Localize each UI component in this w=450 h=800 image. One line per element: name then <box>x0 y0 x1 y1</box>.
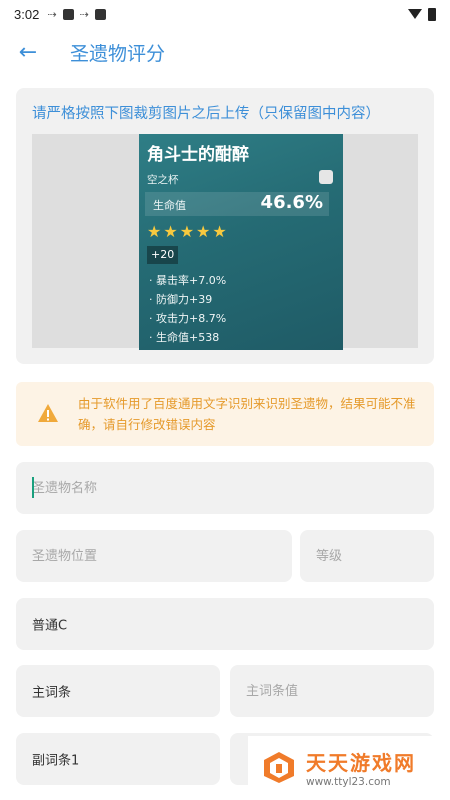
arrow-left-icon: ← <box>18 39 38 65</box>
artifact-name: 角斗士的酣醉 <box>147 145 249 165</box>
substat-line: · 暴击率+7.0% <box>149 274 227 287</box>
page-title: 圣遗物评分 <box>70 42 166 65</box>
sample-image-area: 角斗士的酣醉 空之杯 生命值 46.6% ★★★★★ +20 · 暴击率+7.0… <box>32 134 418 350</box>
app-bar: ← 圣遗物评分 <box>0 28 450 76</box>
artifact-type: 空之杯 <box>147 174 179 186</box>
status-bar: 3:02 ⇢ ⇢ <box>0 0 450 28</box>
lock-icon <box>319 170 333 184</box>
sub-stat1-name: 副词条1 <box>32 753 80 769</box>
watermark-logo-icon <box>264 752 294 783</box>
back-button[interactable]: ← <box>0 28 56 76</box>
substat-line: · 生命值+538 <box>149 331 220 344</box>
sub-stat1-select[interactable]: 副词条1 <box>16 733 220 785</box>
artifact-position-field[interactable] <box>16 530 292 582</box>
artifact-level-input[interactable] <box>300 530 434 582</box>
quality-select[interactable]: 普通C <box>16 598 434 650</box>
artifact-level-field[interactable] <box>300 530 434 582</box>
watermark-url: www.ttyl23.com <box>306 776 391 788</box>
crop-instruction-text: 请严格按照下图裁剪图片之后上传（只保留图中内容） <box>32 106 380 122</box>
artifact-level: +20 <box>147 246 179 264</box>
artifact-name-field[interactable] <box>16 462 434 514</box>
app-notification-icon <box>94 8 106 20</box>
sample-artifact-image: 角斗士的酣醉 空之杯 生命值 46.6% ★★★★★ +20 · 暴击率+7.0… <box>139 134 343 350</box>
warning-text: 由于软件用了百度通用文字识别来识别圣遗物，结果可能不准确，请自行修改错误内容 <box>78 396 416 432</box>
warning-icon <box>38 404 58 422</box>
notification-icons: ⇢ ⇢ <box>47 7 106 21</box>
warning-banner: 由于软件用了百度通用文字识别来识别圣遗物，结果可能不准确，请自行修改错误内容 <box>16 382 434 446</box>
main-stat-value: 46.6% <box>260 192 323 213</box>
status-time: 3:02 <box>14 6 40 22</box>
artifact-name-input[interactable] <box>16 462 434 514</box>
watermark-title: 天天游戏网 <box>306 751 416 775</box>
app-notification-icon <box>62 8 74 20</box>
text-cursor <box>32 477 34 498</box>
main-stat-select[interactable]: 主词条 <box>16 665 220 717</box>
main-stat-label: 生命值 <box>153 199 186 212</box>
wifi-icon <box>408 9 422 19</box>
battery-icon <box>428 7 436 21</box>
quality-value: 普通C <box>32 618 68 634</box>
main-stat-value-field[interactable] <box>230 665 434 717</box>
substat-line: · 防御力+39 <box>149 293 213 306</box>
site-watermark: 天天游戏网 www.ttyl23.com <box>248 736 450 800</box>
main-stat-value-input[interactable] <box>230 665 434 717</box>
main-stat-name: 主词条 <box>32 685 72 701</box>
artifact-position-input[interactable] <box>16 530 292 582</box>
cast-icon: ⇢ <box>79 7 89 21</box>
cast-icon: ⇢ <box>47 7 57 21</box>
main-stat-row: 生命值 46.6% <box>145 192 329 216</box>
substat-line: · 攻击力+8.7% <box>149 312 227 325</box>
rarity-stars: ★★★★★ <box>147 222 229 241</box>
upload-instruction-card[interactable]: 请严格按照下图裁剪图片之后上传（只保留图中内容） 角斗士的酣醉 空之杯 生命值 … <box>16 88 434 364</box>
